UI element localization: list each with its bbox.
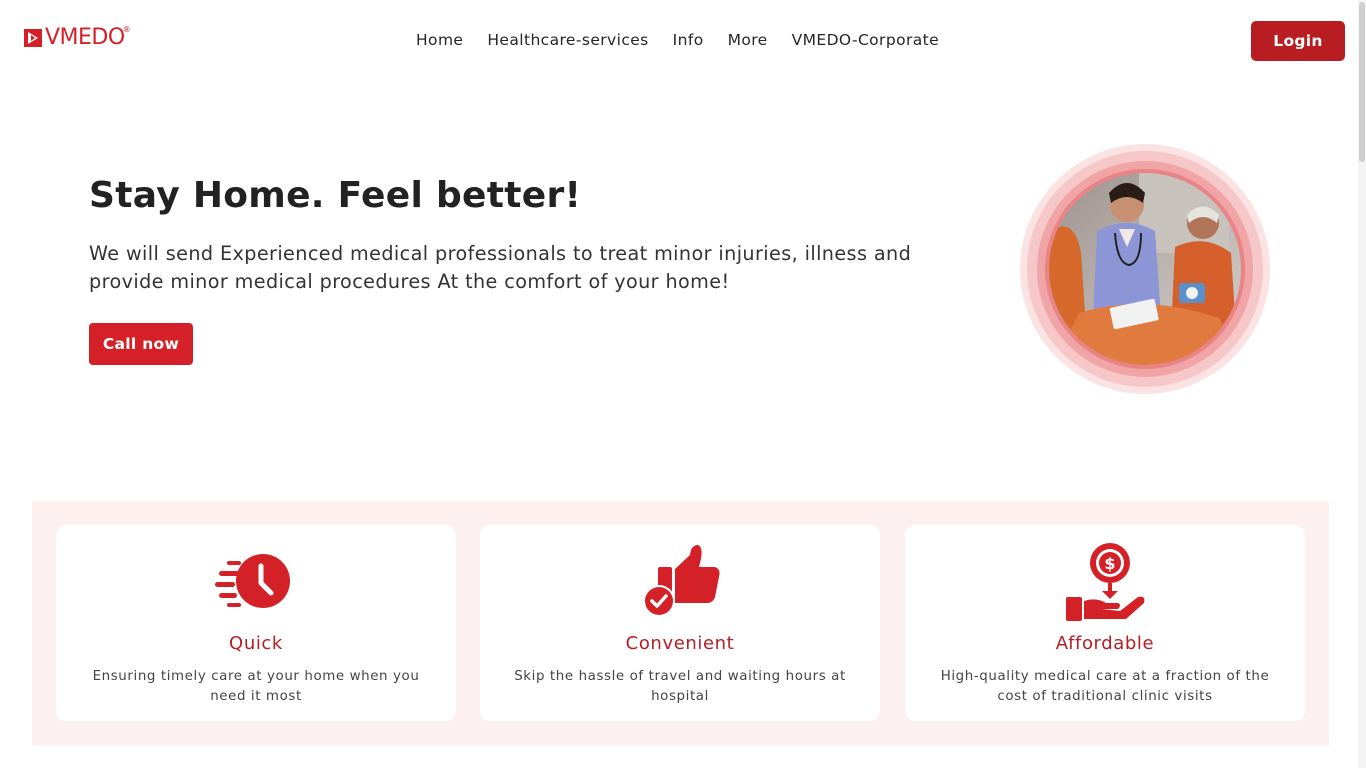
- feature-card-affordable: $ Affordable High-quality medical care a…: [905, 525, 1305, 721]
- feature-card-quick: Quick Ensuring timely care at your home …: [56, 525, 456, 721]
- svg-text:$: $: [1104, 554, 1115, 573]
- features-section: Quick Ensuring timely care at your home …: [32, 501, 1329, 746]
- thumbs-up-check-icon: [643, 545, 720, 617]
- nav-healthcare-services[interactable]: Healthcare-services: [487, 30, 648, 50]
- hero-description: We will send Experienced medical profess…: [89, 242, 912, 293]
- call-now-button[interactable]: Call now: [89, 323, 193, 365]
- hand-dollar-icon: $: [1066, 543, 1145, 621]
- nav-vmedo-corporate[interactable]: VMEDO-Corporate: [792, 30, 939, 50]
- header: VMEDO ® Home Healthcare-services Info Mo…: [0, 0, 1366, 80]
- logo-registered-mark: ®: [122, 24, 131, 34]
- nav-home[interactable]: Home: [416, 30, 463, 50]
- nav-more[interactable]: More: [728, 30, 768, 50]
- logo-text: VMEDO: [45, 25, 125, 50]
- feature-title: Convenient: [625, 633, 735, 654]
- feature-card-convenient: Convenient Skip the hassle of travel and…: [480, 525, 880, 721]
- scrollbar-thumb[interactable]: [1359, 2, 1365, 162]
- hero-nurse-patient-image: [1020, 144, 1270, 394]
- feature-description: Skip the hassle of travel and waiting ho…: [514, 669, 846, 704]
- vmedo-logo[interactable]: VMEDO ®: [24, 24, 131, 50]
- hero-title: Stay Home. Feel better!: [89, 175, 582, 216]
- login-button[interactable]: Login: [1251, 21, 1345, 61]
- nav-info[interactable]: Info: [673, 30, 704, 50]
- main-nav: Home Healthcare-services Info More VMEDO…: [416, 30, 963, 50]
- page-scrollbar[interactable]: [1358, 0, 1366, 768]
- feature-description: High-quality medical care at a fraction …: [940, 669, 1270, 704]
- fast-clock-icon: [215, 554, 290, 608]
- feature-title: Affordable: [1055, 633, 1155, 654]
- logo-play-icon: [24, 29, 42, 47]
- feature-title: Quick: [229, 633, 283, 654]
- feature-description: Ensuring timely care at your home when y…: [92, 669, 420, 704]
